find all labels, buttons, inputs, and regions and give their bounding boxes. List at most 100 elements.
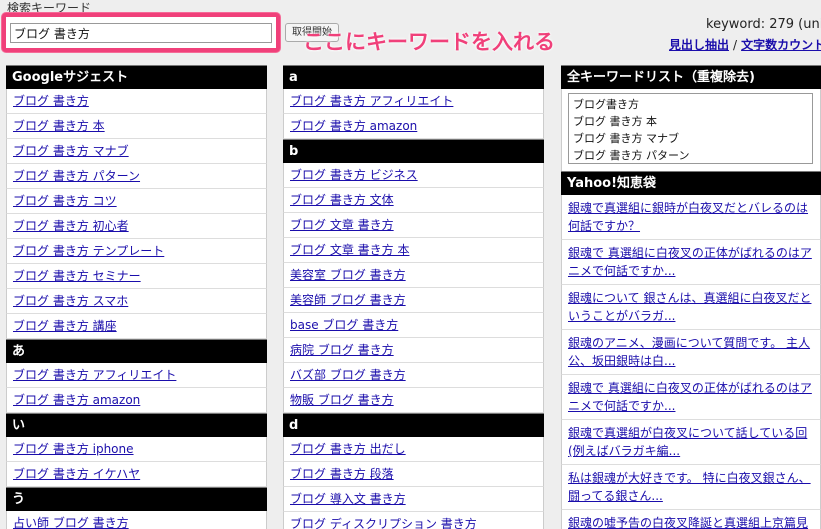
suggest-item: 占い師 ブログ 書き方 xyxy=(6,511,267,529)
suggest-item: ブログ 書き方 アフィリエイト xyxy=(283,89,544,114)
yahoo-question-link[interactable]: 銀魂の嘘予告の白夜叉降誕と真選組上京篇見たくないですか？ xyxy=(568,516,808,529)
suggest-link[interactable]: 占い師 ブログ 書き方 xyxy=(13,516,129,529)
right-column: 全キーワードリスト（重複除去) ブログ書き方 ブログ 書き方 本ブログ 書き方 マ… xyxy=(561,65,821,529)
suggest-link[interactable]: ブログ 書き方 マナブ xyxy=(13,144,129,158)
suggest-item: ブログ 書き方 マナブ xyxy=(6,139,267,164)
section-header: う xyxy=(6,487,267,511)
keyword-count: keyword: 279 (uniq xyxy=(706,17,821,32)
suggest-item: ブログ 文章 書き方 xyxy=(283,213,544,238)
suggest-item: ブログ 書き方 セミナー xyxy=(6,264,267,289)
suggest-link[interactable]: 病院 ブログ 書き方 xyxy=(290,343,394,357)
yahoo-question-link[interactable]: 銀魂で 真選組に白夜叉の正体がばれるのはアニメで何話ですか... xyxy=(568,381,812,413)
suggest-link[interactable]: ブログ 書き方 初心者 xyxy=(13,219,129,233)
suggest-link[interactable]: ブログ 書き方 スマホ xyxy=(13,294,128,308)
suggest-item: ブログ 書き方 講座 xyxy=(6,314,267,339)
suggest-item: ブログ 文章 書き方 本 xyxy=(283,238,544,263)
section-header: b xyxy=(283,139,544,163)
suggest-item: ブログ 書き方 xyxy=(6,89,267,114)
suggest-link[interactable]: ブログ 書き方 本 xyxy=(13,119,105,133)
suggest-link[interactable]: ブログ 書き方 ビジネス xyxy=(290,168,418,182)
yahoo-item: 銀魂で 真選組に白夜叉の正体がばれるのはアニメで何話ですか... xyxy=(561,240,821,285)
suggest-link[interactable]: ブログ 書き方 パターン xyxy=(13,169,140,183)
section-header: あ xyxy=(6,339,267,363)
all-keywords-textarea[interactable]: ブログ書き方 ブログ 書き方 本ブログ 書き方 マナブ ブログ 書き方 パターン xyxy=(568,93,813,164)
all-keywords-header: 全キーワードリスト（重複除去) xyxy=(561,65,821,89)
suggest-item: ブログ 書き方 出だし xyxy=(283,437,544,462)
suggest-item: ブログ 書き方 iphone xyxy=(6,437,267,462)
suggest-item: ブログ 書き方 本 xyxy=(6,114,267,139)
all-keywords-panel: ブログ書き方 ブログ 書き方 本ブログ 書き方 マナブ ブログ 書き方 パターン xyxy=(561,89,821,171)
yahoo-header: Yahoo!知恵袋 xyxy=(561,171,821,195)
suggest-item: ブログ 書き方 初心者 xyxy=(6,214,267,239)
suggest-item: ブログ 書き方 コツ xyxy=(6,189,267,214)
suggest-link[interactable]: ブログ 書き方 講座 xyxy=(13,319,117,333)
suggest-link[interactable]: 美容室 ブログ 書き方 xyxy=(290,268,406,282)
section-header: a xyxy=(283,65,544,89)
suggest-link[interactable]: 美容師 ブログ 書き方 xyxy=(290,293,406,307)
suggest-item: ブログ 書き方 文体 xyxy=(283,188,544,213)
link-separator: / xyxy=(733,38,738,52)
suggest-link[interactable]: ブログ 書き方 amazon xyxy=(290,119,417,133)
suggest-link[interactable]: base ブログ 書き方 xyxy=(290,318,398,332)
suggest-link[interactable]: ブログ ディスクリプション 書き方 xyxy=(290,517,477,529)
suggest-link[interactable]: ブログ 書き方 イケハヤ xyxy=(13,467,140,481)
suggest-link[interactable]: ブログ 書き方 iphone xyxy=(13,442,134,456)
yahoo-question-link[interactable]: 銀魂のアニメ、漫画について質問です。 主人公、坂田銀時は白... xyxy=(568,336,810,368)
annotation-text: ここにキーワードを入れる xyxy=(303,30,555,54)
keyword-line: ブログ 書き方 パターン xyxy=(573,149,690,162)
suggest-link[interactable]: 物販 ブログ 書き方 xyxy=(290,393,394,407)
suggest-link[interactable]: ブログ 書き方 段落 xyxy=(290,467,394,481)
suggest-item: ブログ 導入文 書き方 xyxy=(283,487,544,512)
suggest-item: ブログ 書き方 ビジネス xyxy=(283,163,544,188)
suggest-column-google: Googleサジェスト ブログ 書き方 ブログ 書き方 本ブログ 書き方 マナブ ブロ… xyxy=(6,65,267,529)
yahoo-item: 銀魂で 真選組に白夜叉の正体がばれるのはアニメで何話ですか... xyxy=(561,375,821,420)
suggest-link[interactable]: ブログ 書き方 アフィリエイト xyxy=(13,368,176,382)
suggest-item: 病院 ブログ 書き方 xyxy=(283,338,544,363)
yahoo-item: 銀魂のアニメ、漫画について質問です。 主人公、坂田銀時は白... xyxy=(561,330,821,375)
suggest-item: ブログ 書き方 段落 xyxy=(283,462,544,487)
suggest-item: 美容師 ブログ 書き方 xyxy=(283,288,544,313)
yahoo-question-link[interactable]: 銀魂で 真選組に白夜叉の正体がばれるのはアニメで何話ですか... xyxy=(568,246,812,278)
suggest-item: ブログ ディスクリプション 書き方 xyxy=(283,512,544,529)
yahoo-item: 銀魂で真選組が白夜叉について話している回(例えばバラガキ編... xyxy=(561,420,821,465)
suggest-item: 美容室 ブログ 書き方 xyxy=(283,263,544,288)
yahoo-question-link[interactable]: 銀魂について 銀さんは、真選組に白夜叉だということがバラガ... xyxy=(568,291,811,323)
top-links: 見出し抽出 / 文字数カウント xyxy=(669,36,821,53)
yahoo-question-link[interactable]: 私は銀魂が大好きです。 特に白夜叉銀さん、闘ってる銀さん... xyxy=(568,471,811,503)
suggest-item: base ブログ 書き方 xyxy=(283,313,544,338)
suggest-link[interactable]: ブログ 文章 書き方 本 xyxy=(290,243,409,257)
section-header: d xyxy=(283,413,544,437)
search-input[interactable] xyxy=(10,23,272,43)
heading-extract-link[interactable]: 見出し抽出 xyxy=(669,38,729,52)
keyword-line: ブログ 書き方 本 xyxy=(573,115,657,128)
search-highlight-frame xyxy=(2,13,280,52)
suggest-item: ブログ 書き方 アフィリエイト xyxy=(6,363,267,388)
char-count-link[interactable]: 文字数カウント xyxy=(741,38,821,52)
suggest-link[interactable]: ブログ 書き方 コツ xyxy=(13,194,117,208)
suggest-item: ブログ 書き方 イケハヤ xyxy=(6,462,267,487)
yahoo-question-link[interactable]: 銀魂で真選組が白夜叉について話している回(例えばバラガキ編... xyxy=(568,426,807,458)
yahoo-question-link[interactable]: 銀魂で真選組に銀時が白夜叉だとバレるのは何話ですか？ xyxy=(568,201,808,233)
suggest-link[interactable]: ブログ 文章 書き方 xyxy=(290,218,394,232)
suggest-item: 物販 ブログ 書き方 xyxy=(283,388,544,413)
suggest-item: ブログ 書き方 パターン xyxy=(6,164,267,189)
yahoo-item: 銀魂について 銀さんは、真選組に白夜叉だということがバラガ... xyxy=(561,285,821,330)
section-header: い xyxy=(6,413,267,437)
yahoo-item: 銀魂で真選組に銀時が白夜叉だとバレるのは何話ですか？ xyxy=(561,195,821,240)
suggest-item: ブログ 書き方 スマホ xyxy=(6,289,267,314)
suggest-link[interactable]: ブログ 書き方 文体 xyxy=(290,193,394,207)
suggest-link[interactable]: ブログ 書き方 xyxy=(13,94,89,108)
suggest-link[interactable]: ブログ 書き方 amazon xyxy=(13,393,140,407)
suggest-link[interactable]: ブログ 書き方 テンプレート xyxy=(13,244,164,258)
suggest-link[interactable]: ブログ 書き方 出だし xyxy=(290,442,406,456)
suggest-link[interactable]: ブログ 書き方 アフィリエイト xyxy=(290,94,453,108)
suggest-item: ブログ 書き方 テンプレート xyxy=(6,239,267,264)
section-header: Googleサジェスト xyxy=(6,65,267,89)
keyword-line: ブログ書き方 xyxy=(573,98,639,111)
yahoo-item: 銀魂の嘘予告の白夜叉降誕と真選組上京篇見たくないですか？ xyxy=(561,510,821,529)
suggest-item: バズ部 ブログ 書き方 xyxy=(283,363,544,388)
suggest-link[interactable]: ブログ 書き方 セミナー xyxy=(13,269,141,283)
suggest-link[interactable]: ブログ 導入文 書き方 xyxy=(290,492,406,506)
suggest-link[interactable]: バズ部 ブログ 書き方 xyxy=(290,368,406,382)
yahoo-item: 私は銀魂が大好きです。 特に白夜叉銀さん、闘ってる銀さん... xyxy=(561,465,821,510)
